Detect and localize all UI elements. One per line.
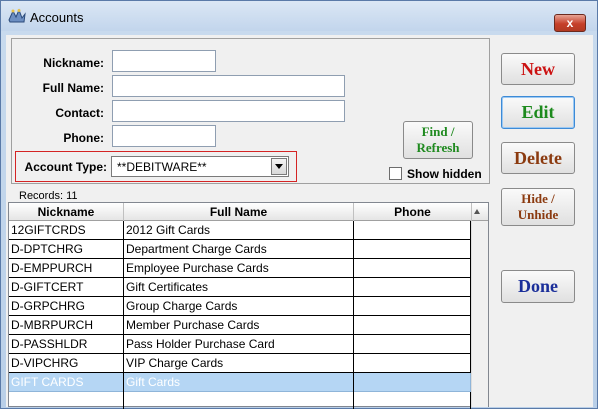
column-divider	[353, 221, 354, 407]
cell-fullname: Group Charge Cards	[124, 297, 354, 316]
column-header-phone[interactable]: Phone	[354, 205, 471, 219]
account-type-value: **DEBITWARE**	[117, 160, 207, 174]
table-row[interactable]: D-VIPCHRG VIP Charge Cards	[9, 354, 471, 373]
cell-phone	[354, 335, 471, 354]
grid-scrollbar[interactable]	[471, 221, 488, 407]
phone-label: Phone:	[63, 131, 104, 145]
search-form-panel: Nickname: Full Name: Contact: Phone: Acc…	[11, 38, 490, 184]
cell-phone	[354, 297, 471, 316]
fullname-field[interactable]	[112, 75, 345, 97]
cell-fullname: Employee Purchase Cards	[124, 259, 354, 278]
cell-phone	[354, 278, 471, 297]
column-header-fullname[interactable]: Full Name	[124, 205, 353, 219]
nickname-label: Nickname:	[43, 56, 104, 70]
column-header-nickname[interactable]: Nickname	[9, 205, 123, 219]
column-separator	[471, 203, 472, 221]
records-label: Records:	[19, 190, 64, 202]
table-row[interactable]: D-GRPCHRG Group Charge Cards	[9, 297, 471, 316]
cell-nickname	[9, 392, 124, 409]
cell-fullname: VIP Charge Cards	[124, 354, 354, 373]
cell-nickname: D-DPTCHRG	[9, 240, 124, 259]
cell-nickname: GIFT CARDS	[9, 373, 124, 392]
contact-label: Contact:	[55, 106, 104, 120]
cell-nickname: D-MBRPURCH	[9, 316, 124, 335]
unhide-label: Unhide	[517, 207, 559, 222]
records-count: Records: 11	[19, 190, 78, 202]
hide-label: Hide /	[521, 191, 555, 206]
cell-fullname: Member Purchase Cards	[124, 316, 354, 335]
phone-field[interactable]	[112, 125, 216, 147]
done-button[interactable]: Done	[501, 270, 575, 303]
cell-nickname: D-GIFTCERT	[9, 278, 124, 297]
cell-fullname: Gift Cards	[124, 373, 354, 392]
cell-nickname: D-GRPCHRG	[9, 297, 124, 316]
cell-phone	[354, 259, 471, 278]
contact-field[interactable]	[112, 100, 345, 122]
cell-phone	[354, 392, 471, 409]
delete-button[interactable]: Delete	[501, 142, 575, 174]
table-row[interactable]: D-MBRPURCH Member Purchase Cards	[9, 316, 471, 335]
scroll-up-icon[interactable]	[474, 209, 480, 214]
table-row[interactable]: D-GIFTCERT Gift Certificates	[9, 278, 471, 297]
hide-unhide-button[interactable]: Hide / Unhide	[501, 188, 575, 226]
cell-nickname: D-EMPPURCH	[9, 259, 124, 278]
table-row[interactable]: 12GIFTCRDS 2012 Gift Cards	[9, 221, 471, 240]
account-type-highlight: Account Type: **DEBITWARE**	[15, 151, 297, 182]
close-icon: x	[566, 16, 574, 30]
cell-phone	[354, 354, 471, 373]
close-button[interactable]: x	[554, 14, 586, 32]
fullname-label: Full Name:	[42, 81, 104, 95]
cell-phone	[354, 221, 471, 240]
table-row[interactable]: D-DPTCHRG Department Charge Cards	[9, 240, 471, 259]
cell-nickname: D-VIPCHRG	[9, 354, 124, 373]
table-row[interactable]: GIFT CARDS Gift Cards	[9, 373, 471, 392]
refresh-label: Refresh	[416, 140, 460, 155]
cell-fullname: Pass Holder Purchase Card	[124, 335, 354, 354]
cell-nickname: 12GIFTCRDS	[9, 221, 124, 240]
cell-fullname: Gift Certificates	[124, 278, 354, 297]
client-area: Nickname: Full Name: Contact: Phone: Acc…	[6, 35, 593, 409]
table-row[interactable]: D-EMPPURCH Employee Purchase Cards	[9, 259, 471, 278]
cell-nickname: D-PASSHLDR	[9, 335, 124, 354]
show-hidden-label[interactable]: Show hidden	[407, 167, 482, 181]
dropdown-arrow-button[interactable]	[271, 158, 287, 175]
title-bar[interactable]: Accounts x	[1, 1, 597, 32]
cell-phone	[354, 373, 471, 392]
edit-button[interactable]: Edit	[501, 96, 575, 129]
find-refresh-button[interactable]: Find / Refresh	[403, 121, 473, 159]
table-row[interactable]	[9, 392, 471, 409]
cell-fullname: 2012 Gift Cards	[124, 221, 354, 240]
window-title: Accounts	[30, 10, 84, 25]
nickname-field[interactable]	[112, 50, 216, 72]
table-row[interactable]: D-PASSHLDR Pass Holder Purchase Card	[9, 335, 471, 354]
grid-header: Nickname Full Name Phone	[9, 203, 488, 221]
show-hidden-checkbox[interactable]	[389, 167, 402, 180]
new-button[interactable]: New	[501, 53, 575, 85]
cell-phone	[354, 240, 471, 259]
find-label: Find /	[421, 124, 455, 139]
cell-fullname	[124, 392, 354, 409]
column-divider	[123, 221, 124, 407]
accounts-window: Accounts x Nickname: Full Name: Contact:…	[0, 0, 598, 409]
app-icon	[8, 8, 26, 23]
account-type-dropdown[interactable]: **DEBITWARE**	[111, 156, 289, 177]
account-type-label: Account Type:	[24, 160, 107, 174]
cell-fullname: Department Charge Cards	[124, 240, 354, 259]
records-value: 11	[66, 190, 78, 202]
accounts-grid[interactable]: Nickname Full Name Phone 12GIFTCRDS 2012 …	[8, 202, 489, 409]
cell-phone	[354, 316, 471, 335]
chevron-down-icon	[275, 164, 283, 169]
